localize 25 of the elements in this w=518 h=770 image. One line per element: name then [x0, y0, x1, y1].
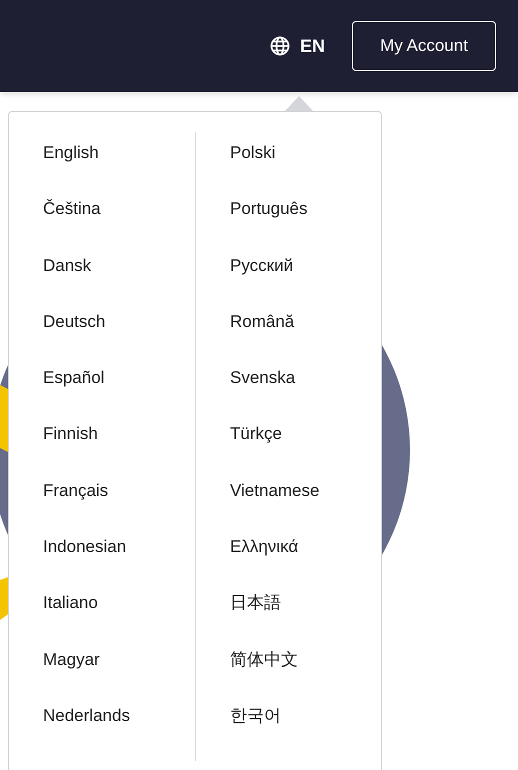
- language-option[interactable]: Finnish: [43, 423, 98, 480]
- language-option[interactable]: Türkçe: [230, 423, 282, 480]
- language-option[interactable]: Čeština: [43, 198, 101, 255]
- language-option[interactable]: Vietnamese: [230, 480, 320, 536]
- language-option[interactable]: Italiano: [43, 592, 98, 649]
- language-option[interactable]: Indonesian: [43, 536, 126, 592]
- my-account-button[interactable]: My Account: [352, 21, 496, 71]
- language-option[interactable]: 日本語: [230, 592, 281, 649]
- language-option[interactable]: Português: [230, 198, 308, 255]
- language-option[interactable]: Español: [43, 367, 104, 424]
- language-option[interactable]: 简体中文: [230, 648, 298, 705]
- language-option[interactable]: English: [43, 142, 99, 198]
- language-option[interactable]: Deutsch: [43, 310, 106, 368]
- language-code[interactable]: EN: [300, 36, 325, 56]
- language-option[interactable]: Magyar: [43, 648, 100, 705]
- language-option[interactable]: Svenska: [230, 367, 296, 424]
- language-option[interactable]: Română: [230, 310, 294, 368]
- language-option[interactable]: Nederlands: [43, 704, 130, 762]
- language-option[interactable]: Русский: [230, 254, 294, 311]
- language-option[interactable]: Polski: [230, 142, 276, 198]
- language-option[interactable]: Dansk: [43, 254, 92, 311]
- language-option[interactable]: Ελληνικά: [230, 536, 298, 592]
- language-option[interactable]: Français: [43, 480, 108, 536]
- language-option[interactable]: 한국어: [230, 704, 281, 762]
- globe-icon[interactable]: [270, 36, 290, 56]
